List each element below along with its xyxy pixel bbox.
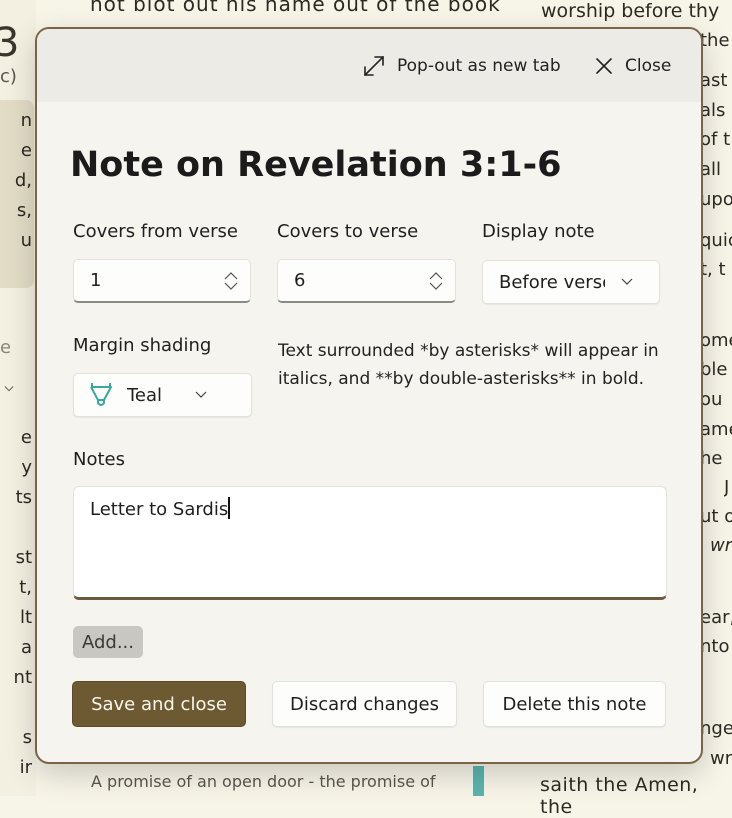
text-fragment: t, t [700,259,726,280]
text-fragment: of t [700,129,731,150]
formatting-hint: Text surrounded *by asterisks* will appe… [278,341,659,389]
text-fragment: ble [700,359,728,380]
left-lower-text: e y ts st t, lt a nt s ir [0,423,34,783]
text-fragment: e [0,337,10,358]
text-fragment: ear, [700,607,732,628]
text-fragment: a [20,637,32,658]
chevron-down-icon[interactable] [4,384,14,394]
text-fragment [0,693,34,723]
text-fragment: e [20,427,32,448]
text-caret [228,497,231,519]
text-fragment: ts [15,487,32,508]
chapter-number-fragment: 3 [0,20,20,66]
text-fragment: d, [14,170,32,191]
popout-label: Pop-out as new tab [397,56,561,76]
margin-shading-label: Margin shading [73,335,212,356]
teal-margin-shading [473,766,484,796]
to-verse-stepper[interactable]: 6 [277,259,456,303]
text-fragment: ir [19,757,32,778]
close-label: Close [625,56,672,76]
add-button[interactable]: Add... [73,626,143,658]
bible-text-right-top: worship before thy [541,0,720,22]
notes-label: Notes [73,449,125,470]
left-shaded-text: n e d, s, u [0,106,34,256]
text-fragment: wr [710,748,732,769]
save-and-close-button[interactable]: Save and close [72,681,246,727]
text-fragment: nto [700,636,730,657]
margin-shading-value: Teal [127,384,163,406]
from-verse-label: Covers from verse [73,221,238,242]
display-note-value: Before verse [499,271,605,293]
text-fragment: the [700,30,730,51]
text-fragment: he [700,448,723,469]
bible-text-line: not blot out his name out of the book [90,0,501,16]
discard-changes-button[interactable]: Discard changes [272,681,457,727]
notes-value: Letter to Sardis [90,499,229,520]
up-down-arrows-icon[interactable] [224,270,238,292]
up-down-arrows-icon[interactable] [429,270,443,292]
text-fragment: ou [700,389,723,410]
notes-textarea[interactable]: Letter to Sardis [73,486,667,600]
commentary-text: A promise of an open door - the promise … [91,772,436,791]
text-fragment: s [22,727,32,748]
to-verse-label: Covers to verse [277,221,419,242]
text-fragment: st [15,547,32,568]
text-fragment: upo [700,189,732,210]
text-fragment: ut o [700,506,732,527]
chevron-down-icon [195,391,207,398]
display-note-select[interactable]: Before verse [482,260,660,304]
dialog-header: Pop-out as new tab Close [37,29,701,102]
text-fragment: als [700,100,726,121]
text-fragment: t, [19,577,32,598]
chevron-down-icon [621,278,633,285]
text-fragment: ame [700,419,732,440]
display-note-label: Display note [482,221,595,242]
highlighter-icon [90,383,112,406]
text-fragment: lt [19,607,32,628]
text-fragment: s, [16,200,32,221]
note-editor-dialog: Pop-out as new tab Close Note on Revelat… [35,27,703,764]
text-fragment: u [20,230,32,251]
bible-text-bottom: saith the Amen, the [540,774,699,818]
text-fragment: n [20,110,32,131]
popout-button[interactable]: Pop-out as new tab [363,51,561,81]
text-fragment: e [20,140,32,161]
delete-note-button[interactable]: Delete this note [483,681,666,727]
text-fragment: ast [700,70,728,91]
from-verse-stepper[interactable]: 1 [73,259,251,303]
text-fragment: wr [710,535,732,556]
text-fragment: y [21,457,32,478]
text-fragment: J [724,477,730,498]
text-fragment: quic [700,230,732,251]
text-fragment: all [700,159,722,180]
from-verse-value: 1 [90,270,102,291]
x-icon [596,58,612,74]
text-fragment: nge [700,718,732,739]
text-fragment [0,513,34,543]
expand-diagonal-arrow-icon [364,56,384,76]
text-fragment: ome [700,330,732,351]
text-fragment: nt [13,667,32,688]
margin-shading-select[interactable]: Teal [73,373,252,417]
to-verse-value: 6 [294,270,306,291]
dialog-title: Note on Revelation 3:1-6 [70,145,562,185]
left-paren-fragment: c) [0,66,17,87]
close-button[interactable]: Close [595,51,671,81]
